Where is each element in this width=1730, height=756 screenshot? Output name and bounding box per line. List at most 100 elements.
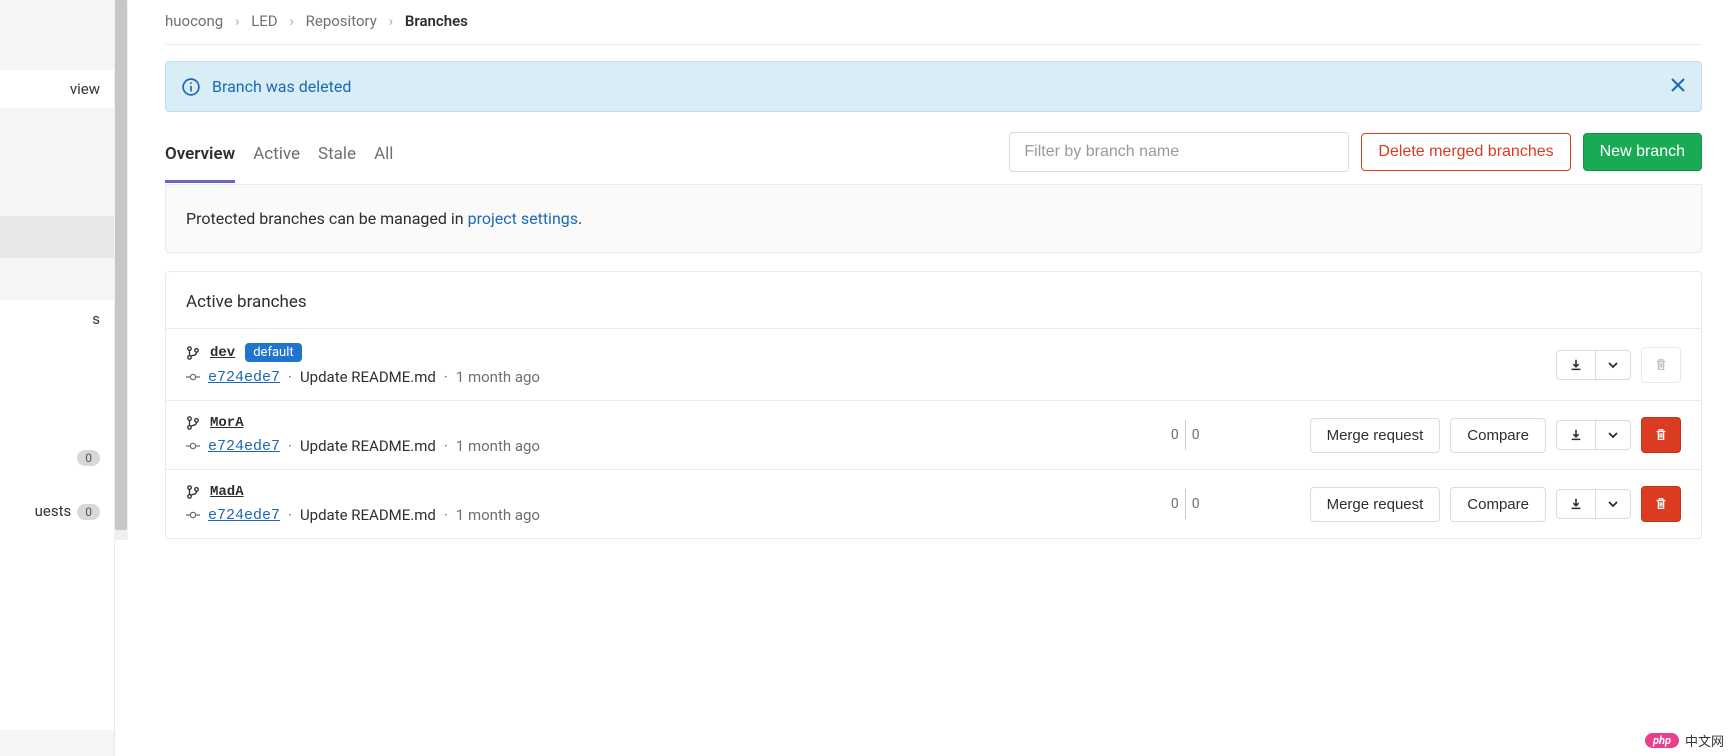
sidebar-item-badge1[interactable]: 0 [0,438,114,476]
alert-message: Branch was deleted [212,77,351,96]
divergence-separator [1185,489,1186,519]
commit-icon [186,439,200,453]
sidebar: view s 0 uests 0 [0,0,115,756]
branch-name-link[interactable]: MadA [210,484,244,500]
info-icon [182,78,200,96]
filter-input[interactable] [1009,132,1349,172]
sidebar-badge: 0 [77,450,100,466]
download-button[interactable] [1557,421,1596,449]
trash-icon [1654,358,1668,372]
tab-overview[interactable]: Overview [165,134,235,183]
divergence-separator [1185,420,1186,450]
download-dropdown[interactable] [1556,350,1631,380]
scrollbar[interactable] [114,0,128,540]
commit-sha-link[interactable]: e724ede7 [208,369,280,386]
branches-card: Active branches dev default e724ede7 [165,271,1702,539]
sidebar-item-requests[interactable]: uests 0 [0,492,114,530]
commit-icon [186,370,200,384]
tabs: Overview Active Stale All [165,134,393,182]
breadcrumb-link[interactable]: LED [251,12,277,30]
download-icon [1569,358,1583,372]
branch-divergence: 0 0 [1171,420,1200,450]
sidebar-item-current[interactable] [0,216,114,258]
commit-icon [186,508,200,522]
watermark: php 中文网 [1645,731,1724,750]
alert-banner: Branch was deleted [165,61,1702,112]
commit-message: Update README.md [300,368,436,386]
download-caret[interactable] [1596,421,1630,449]
tab-active[interactable]: Active [253,134,300,183]
new-branch-button[interactable]: New branch [1583,133,1702,171]
breadcrumb-sep: › [389,12,394,30]
breadcrumb-link[interactable]: huocong [165,12,223,30]
commit-time: 1 month ago [456,368,540,386]
behind-count: 0 [1171,427,1179,443]
download-dropdown[interactable] [1556,420,1631,450]
ahead-count: 0 [1192,496,1200,512]
branch-name-link[interactable]: MorA [210,415,244,431]
delete-branch-button[interactable] [1641,486,1681,522]
chevron-down-icon [1608,430,1618,440]
watermark-text: 中文网 [1685,731,1724,750]
download-icon [1569,428,1583,442]
commit-sha-link[interactable]: e724ede7 [208,438,280,455]
chevron-down-icon [1608,499,1618,509]
info-banner: Protected branches can be managed in pro… [165,185,1702,253]
branches-header: Active branches [166,272,1701,328]
commit-sha-link[interactable]: e724ede7 [208,507,280,524]
compare-button[interactable]: Compare [1450,487,1546,522]
info-suffix: . [578,209,582,228]
sidebar-item-blank1[interactable] [0,128,114,160]
breadcrumb-link[interactable]: Repository [306,12,377,30]
branch-icon [186,485,200,499]
delete-branch-button[interactable] [1641,417,1681,453]
project-settings-link[interactable]: project settings [468,209,578,228]
branch-row: MadA e724ede7 · Update README.md · 1 mon… [166,469,1701,538]
behind-count: 0 [1171,496,1179,512]
breadcrumb: huocong › LED › Repository › Branches [165,0,1702,45]
commit-message: Update README.md [300,506,436,524]
trash-icon [1654,428,1668,442]
scrollbar-thumb[interactable] [115,0,127,530]
commit-time: 1 month ago [456,506,540,524]
download-dropdown[interactable] [1556,489,1631,519]
watermark-badge: php [1645,733,1679,748]
sidebar-item-label: view [70,80,100,98]
trash-icon [1654,497,1668,511]
merge-request-button[interactable]: Merge request [1310,418,1441,453]
alert-close-button[interactable] [1671,76,1685,97]
delete-branch-button-disabled [1641,347,1681,383]
close-icon [1671,78,1685,92]
sidebar-item-label: s [92,310,100,328]
compare-button[interactable]: Compare [1450,418,1546,453]
sidebar-item-s[interactable]: s [0,300,114,338]
tab-stale[interactable]: Stale [318,134,356,183]
breadcrumb-sep: › [235,12,240,30]
ahead-count: 0 [1192,427,1200,443]
branch-divergence: 0 0 [1171,489,1200,519]
default-badge: default [245,343,301,362]
info-prefix: Protected branches can be managed in [186,209,468,228]
breadcrumb-sep: › [289,12,294,30]
branch-icon [186,416,200,430]
commit-message: Update README.md [300,437,436,455]
download-caret[interactable] [1596,351,1630,379]
branch-row: MorA e724ede7 · Update README.md · 1 mon… [166,400,1701,469]
merge-request-button[interactable]: Merge request [1310,487,1441,522]
download-icon [1569,497,1583,511]
branch-row: dev default e724ede7 · Update README.md … [166,328,1701,400]
download-caret[interactable] [1596,490,1630,518]
commit-time: 1 month ago [456,437,540,455]
download-button[interactable] [1557,490,1596,518]
chevron-down-icon [1608,360,1618,370]
download-button[interactable] [1557,351,1596,379]
branch-name-link[interactable]: dev [210,345,235,361]
delete-merged-button[interactable]: Delete merged branches [1361,133,1570,171]
sidebar-item-label: uests [35,502,72,520]
sidebar-badge: 0 [77,504,100,520]
branch-icon [186,346,200,360]
breadcrumb-current: Branches [405,12,468,30]
main-content: huocong › LED › Repository › Branches Br… [115,0,1730,756]
sidebar-item-overview[interactable]: view [0,70,114,108]
tab-all[interactable]: All [374,134,393,183]
